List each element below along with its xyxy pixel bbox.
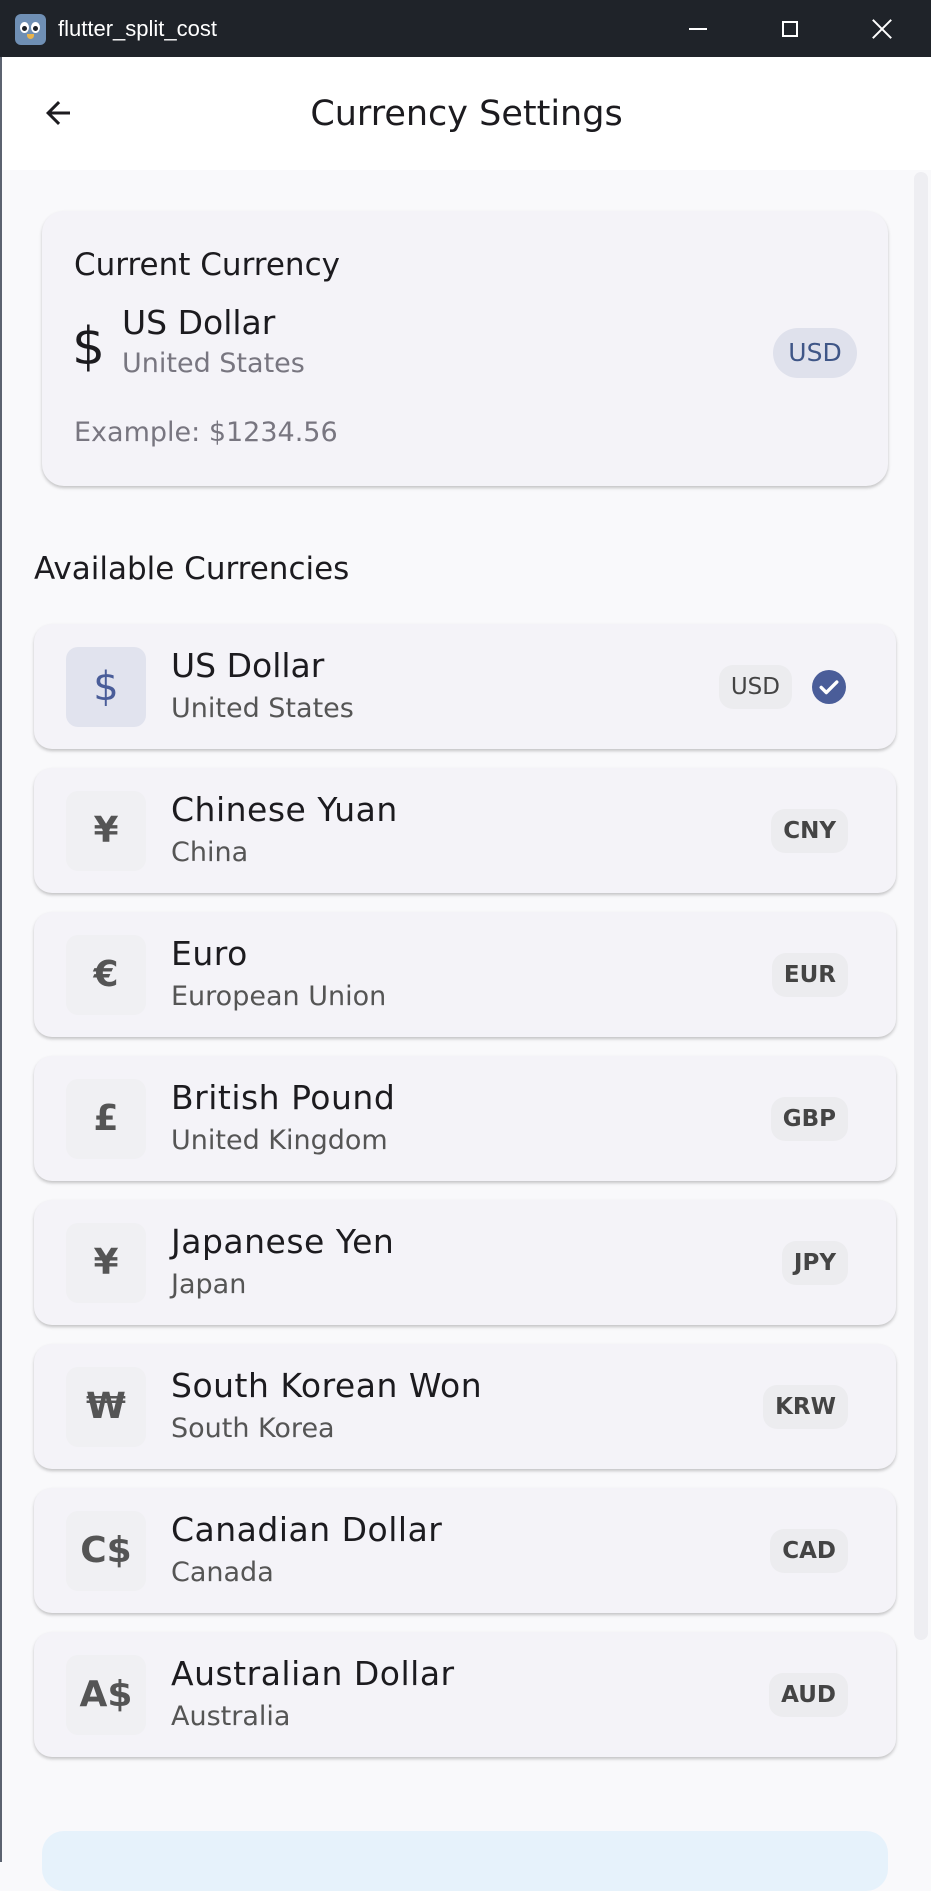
- currency-code-badge: USD: [718, 665, 792, 709]
- maximize-icon: [782, 20, 798, 37]
- currency-country: Canada: [171, 1557, 274, 1588]
- info-card-partial: [42, 1831, 888, 1891]
- currency-symbol-icon: C$: [66, 1511, 146, 1591]
- app-logo-icon: [15, 14, 46, 45]
- currency-code-badge: CNY: [771, 809, 848, 853]
- scrollbar-thumb[interactable]: [914, 172, 928, 1640]
- currency-item-usd[interactable]: $ US Dollar United States USD: [34, 624, 896, 749]
- current-currency-heading: Current Currency: [74, 247, 340, 283]
- current-currency-country: United States: [122, 348, 305, 379]
- minimize-button[interactable]: [652, 0, 744, 57]
- currency-code-badge: EUR: [771, 953, 848, 997]
- minimize-icon: [689, 27, 707, 30]
- currency-country: Australia: [171, 1701, 291, 1732]
- currency-item-aud[interactable]: A$ Australian Dollar Australia AUD: [34, 1632, 896, 1757]
- currency-country: European Union: [171, 981, 387, 1012]
- current-currency-name: US Dollar: [122, 303, 276, 342]
- currency-name: British Pound: [171, 1078, 396, 1117]
- maximize-button[interactable]: [744, 0, 836, 57]
- currency-item-jpy[interactable]: ¥ Japanese Yen Japan JPY: [34, 1200, 896, 1325]
- currency-symbol-icon: $: [66, 647, 146, 727]
- close-window-button[interactable]: [836, 0, 928, 57]
- close-icon: [871, 18, 893, 40]
- currency-item-gbp[interactable]: £ British Pound United Kingdom GBP: [34, 1056, 896, 1181]
- currency-country: Japan: [171, 1269, 247, 1300]
- current-currency-code-badge: USD: [773, 328, 857, 378]
- currency-code-badge: KRW: [763, 1385, 848, 1429]
- currency-symbol-icon: A$: [66, 1655, 146, 1735]
- app-bar: Currency Settings: [2, 57, 931, 170]
- available-currencies-heading: Available Currencies: [34, 551, 350, 587]
- currency-name: US Dollar: [171, 646, 325, 685]
- currency-name: Chinese Yuan: [171, 790, 398, 829]
- currency-format-example: Example: $1234.56: [74, 417, 338, 448]
- currency-country: United States: [171, 693, 354, 724]
- currency-code-badge: GBP: [770, 1097, 848, 1141]
- window-frame: [0, 57, 2, 1862]
- page-title: Currency Settings: [310, 94, 623, 134]
- currency-item-cad[interactable]: C$ Canadian Dollar Canada CAD: [34, 1488, 896, 1613]
- currency-country: China: [171, 837, 249, 868]
- current-currency-card: Current Currency $ US Dollar United Stat…: [42, 211, 888, 486]
- check-circle-icon: [812, 670, 846, 704]
- window-title: flutter_split_cost: [58, 16, 217, 41]
- current-currency-symbol: $: [72, 317, 106, 377]
- currency-symbol-icon: €: [66, 935, 146, 1015]
- currency-name: Japanese Yen: [171, 1222, 395, 1261]
- currency-item-krw[interactable]: ₩ South Korean Won South Korea KRW: [34, 1344, 896, 1469]
- currency-symbol-icon: ¥: [66, 791, 146, 871]
- currency-code-badge: AUD: [769, 1673, 848, 1717]
- currency-name: Australian Dollar: [171, 1654, 455, 1693]
- currency-name: South Korean Won: [171, 1366, 483, 1405]
- currency-code-badge: CAD: [770, 1529, 848, 1573]
- window-titlebar: flutter_split_cost: [0, 0, 931, 57]
- currency-country: South Korea: [171, 1413, 335, 1444]
- currency-symbol-icon: ₩: [66, 1367, 146, 1447]
- currency-symbol-icon: ¥: [66, 1223, 146, 1303]
- currency-country: United Kingdom: [171, 1125, 388, 1156]
- currency-item-eur[interactable]: € Euro European Union EUR: [34, 912, 896, 1037]
- currency-symbol-icon: £: [66, 1079, 146, 1159]
- currency-name: Canadian Dollar: [171, 1510, 443, 1549]
- currency-item-cny[interactable]: ¥ Chinese Yuan China CNY: [34, 768, 896, 893]
- currency-name: Euro: [171, 934, 248, 973]
- currency-code-badge: JPY: [781, 1241, 848, 1285]
